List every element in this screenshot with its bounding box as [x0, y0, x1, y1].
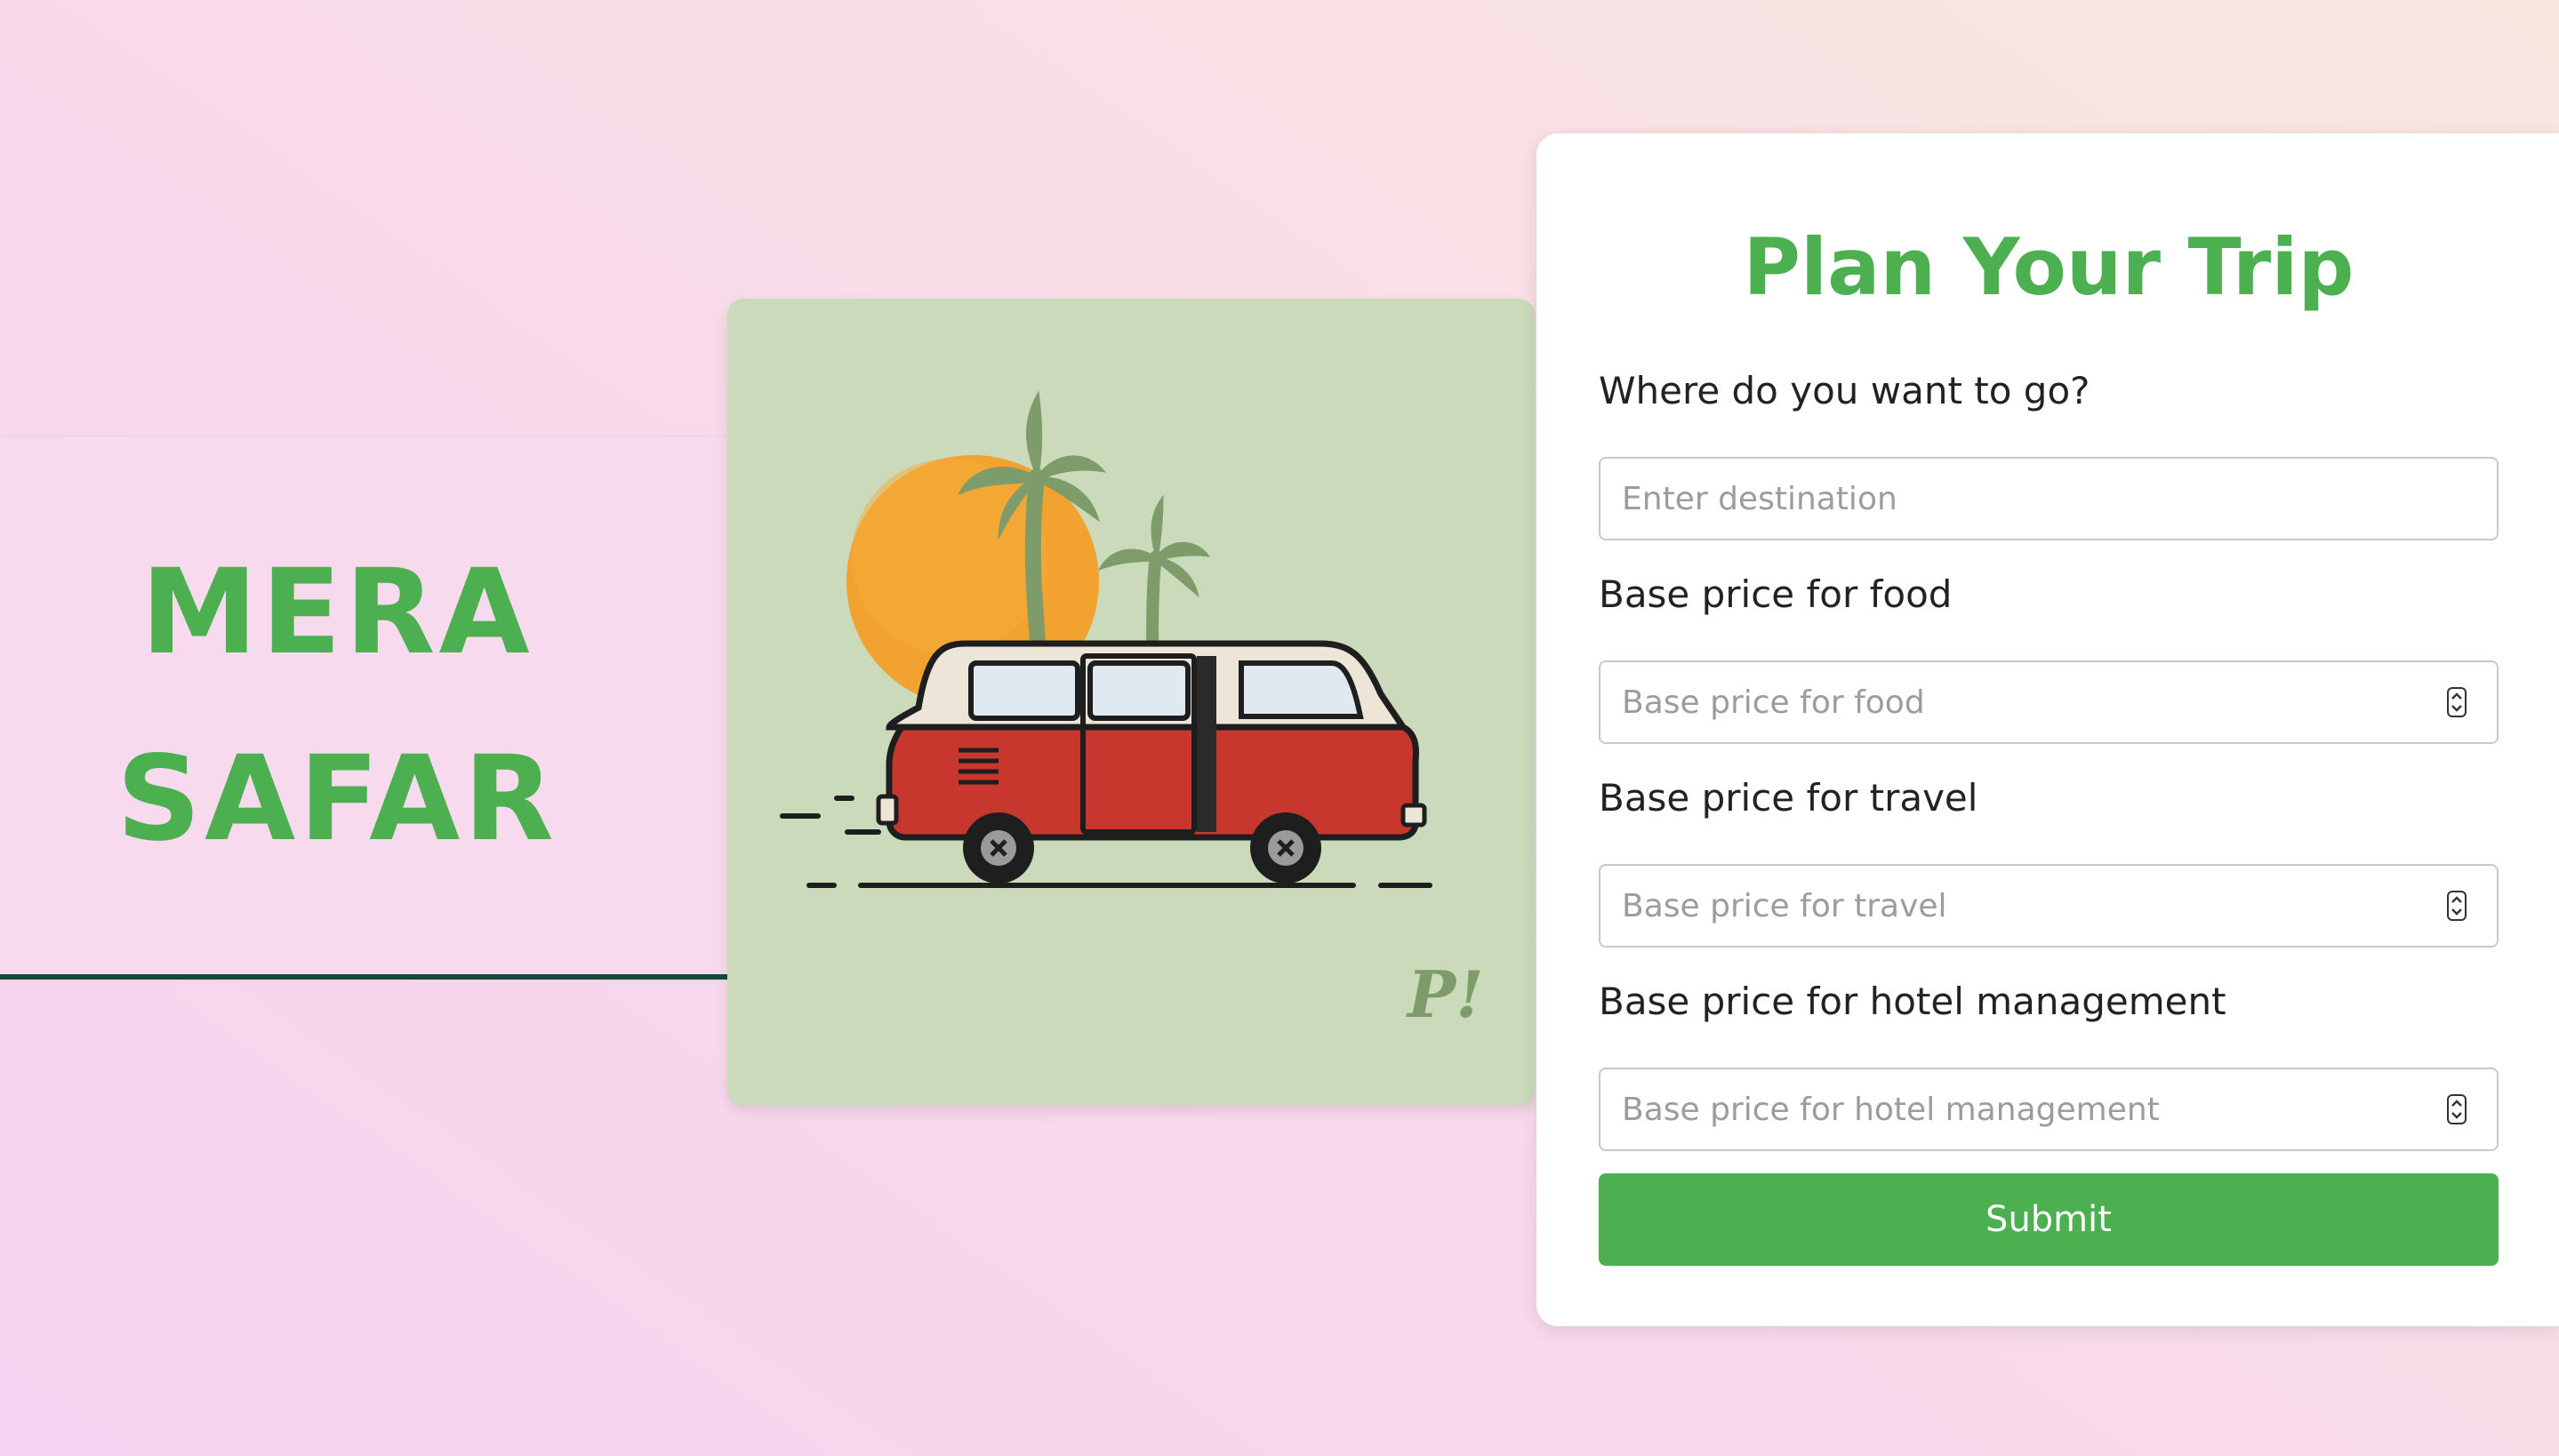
form-title: Plan Your Trip — [1743, 221, 2354, 313]
artist-signature: P! — [1408, 956, 1484, 1032]
food-price-label: Base price for food — [1599, 572, 1953, 616]
travel-price-input[interactable] — [1600, 866, 2422, 946]
trip-illustration: P! — [727, 299, 1535, 1106]
hotel-price-input[interactable] — [1600, 1069, 2422, 1149]
submit-button[interactable]: Submit — [1599, 1173, 2499, 1266]
destination-field — [1599, 457, 2499, 540]
food-price-field — [1599, 660, 2499, 744]
brand-banner: MERA SAFAR — [0, 437, 727, 980]
travel-price-field — [1599, 864, 2499, 948]
van-shape — [876, 640, 1427, 841]
hotel-price-field — [1599, 1068, 2499, 1151]
travel-price-label: Base price for travel — [1599, 776, 1978, 820]
hotel-price-group: Base price for hotel management — [1599, 977, 2499, 1151]
destination-group: Where do you want to go? — [1599, 366, 2499, 540]
destination-input[interactable] — [1600, 459, 2422, 539]
food-price-group: Base price for food — [1599, 570, 2499, 744]
hotel-price-stepper-icon[interactable] — [2447, 1094, 2467, 1124]
food-price-input[interactable] — [1600, 662, 2422, 742]
brand-title-line-1: MERA — [140, 544, 533, 681]
palm-tree-right — [1097, 494, 1211, 669]
destination-label: Where do you want to go? — [1599, 369, 2090, 412]
hotel-price-label: Base price for hotel management — [1599, 980, 2226, 1023]
travel-price-group: Base price for travel — [1599, 773, 2499, 948]
food-price-stepper-icon[interactable] — [2447, 687, 2467, 717]
travel-price-stepper-icon[interactable] — [2447, 891, 2467, 921]
plan-trip-form: Plan Your Trip Where do you want to go? … — [1536, 133, 2559, 1326]
brand-title-line-2: SAFAR — [116, 731, 558, 868]
